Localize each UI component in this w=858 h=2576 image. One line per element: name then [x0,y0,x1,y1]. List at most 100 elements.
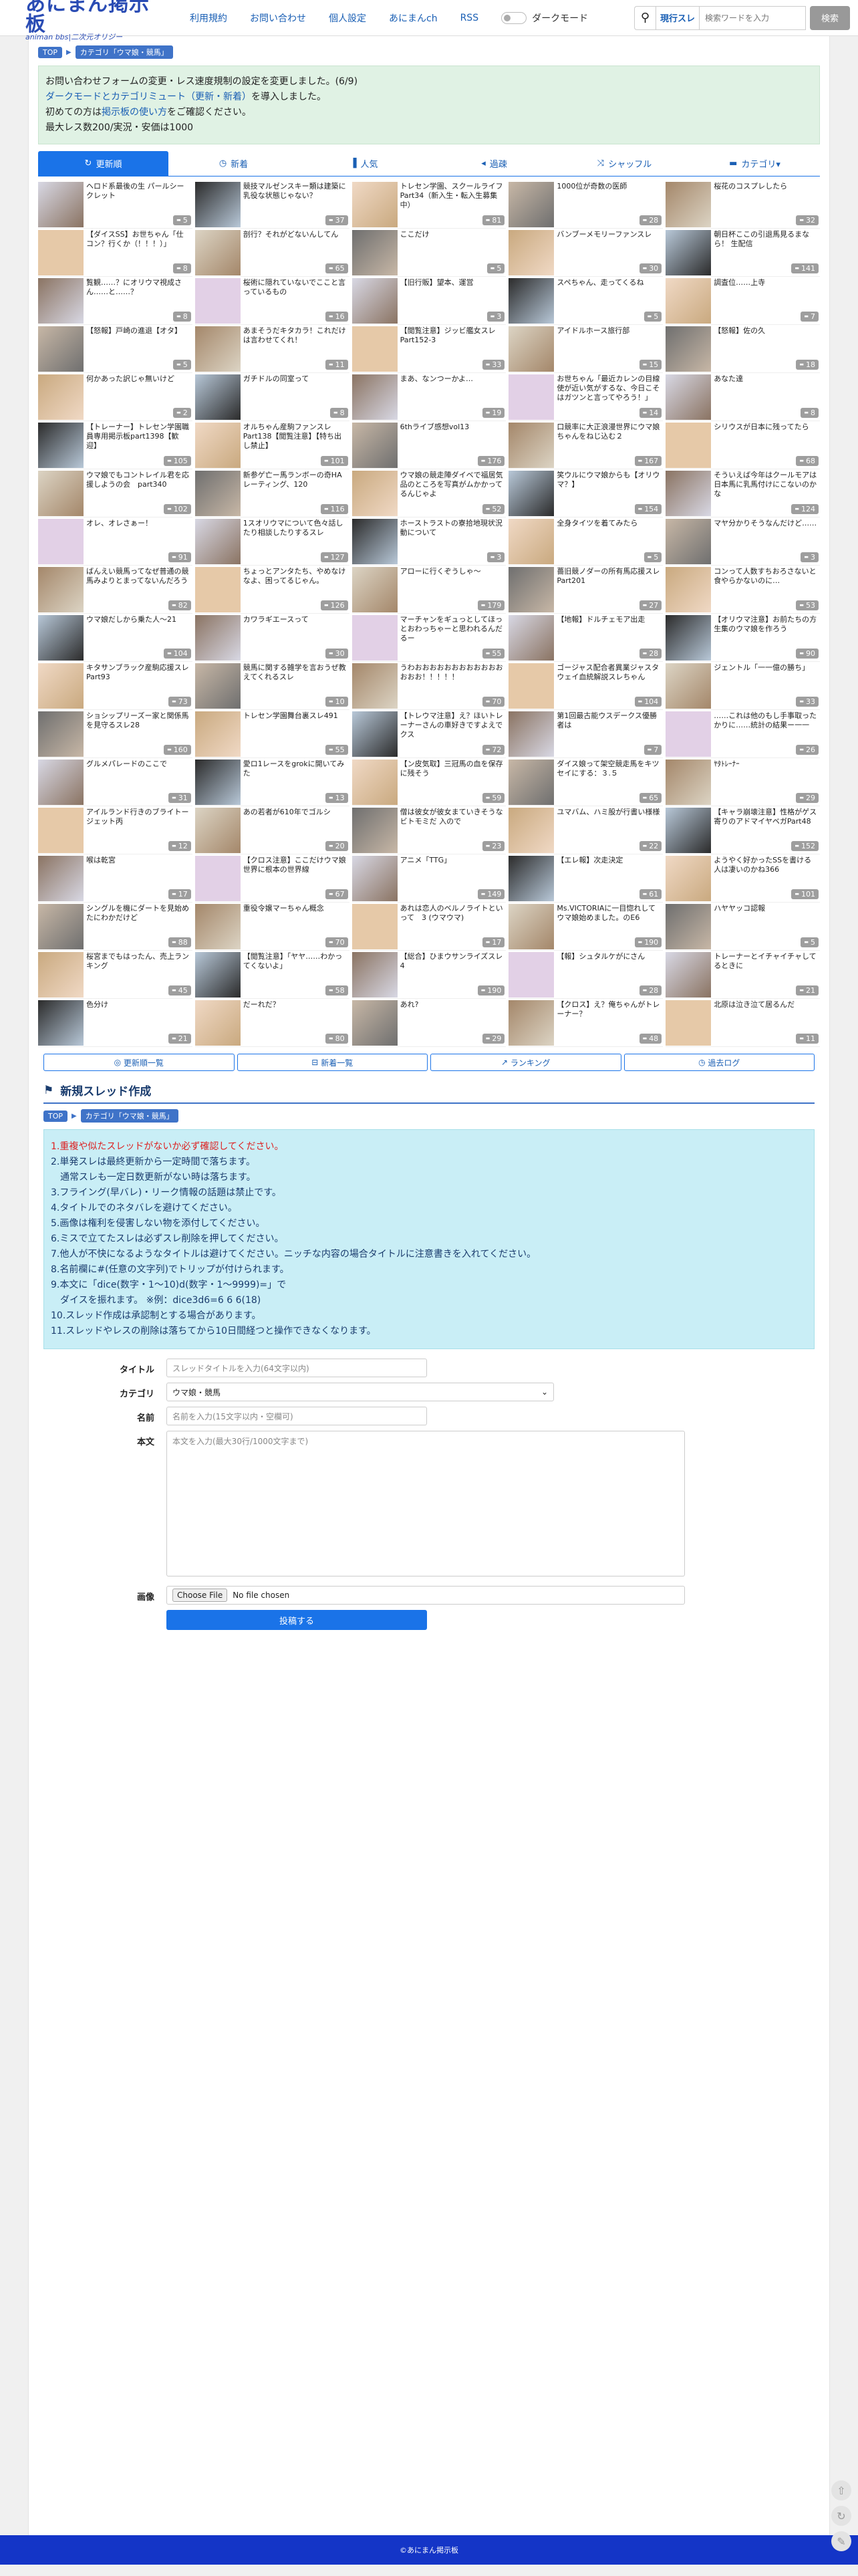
thread-thumbnail[interactable] [194,182,241,227]
thread-card[interactable]: そういえば今年はクールモアは日本馬に乳馬付けにこないのかな124 [666,469,820,517]
thread-card[interactable]: ウマ娘でもコントレイル君を応援しようの会 part340102 [38,469,192,517]
thread-title[interactable]: オレ、オレさぁー！ [84,519,192,556]
thread-card[interactable]: ホーストラストの寮拾地現状況動について3 [351,517,507,566]
thread-thumbnail[interactable] [666,904,712,949]
thread-card[interactable]: ガチドルの同室って8 [194,373,349,421]
thread-thumbnail[interactable] [38,663,84,709]
thread-card[interactable]: トレセン学園、スクールライフPart34（新入生・転入生募集中）81 [351,181,507,229]
thread-title[interactable]: あれは恋人のベルノライトといって 3 (ウマウマ) [398,904,507,941]
thread-card[interactable]: 桜術に隠れていないでここと言っているもの16 [194,277,349,325]
thread-card[interactable]: 何かあった訳じゃ無いけど2 [38,373,192,421]
thread-card[interactable]: だーれだ？80 [194,999,349,1047]
thread-title[interactable]: シリウスが日本に残ってたら [711,423,820,460]
bottom-link-0[interactable]: ◎ 更新順一覧 [43,1054,235,1071]
thread-thumbnail[interactable] [194,615,241,661]
thread-title[interactable]: そういえば今年はクールモアは日本馬に乳馬付けにこないのかな [711,471,820,508]
tab-0[interactable]: ↻ 更新順 [38,151,168,177]
thread-card[interactable]: カワラギエースって30 [194,614,349,662]
thread-thumbnail[interactable] [509,952,555,998]
thread-title[interactable]: シングルを機にダートを見始めたにわかだけど [84,904,192,941]
thread-card[interactable]: 【オリウマ注意】お前たちの方生集のウマ娘を作ろう90 [666,614,820,662]
thread-card[interactable]: 重役令嬢マーちゃん概念70 [194,903,349,951]
notice-darkmode-link[interactable]: ダークモードとカテゴリミュート（更新・新着） [45,92,251,102]
thread-thumbnail[interactable] [351,182,398,227]
thread-thumbnail[interactable] [351,278,398,324]
breadcrumb-top[interactable]: TOP [38,46,63,58]
thread-thumbnail[interactable] [351,952,398,998]
thread-thumbnail[interactable] [351,904,398,949]
thread-thumbnail[interactable] [194,952,241,998]
thread-title[interactable]: アローに行くぞうしゃ〜 [398,567,507,604]
search-button[interactable]: 検索 [810,5,850,30]
thread-card[interactable]: マーチャンをギュっとしてほっとおわっちゃーと思われるんだるー55 [351,614,507,662]
thread-title[interactable]: 【閲覧注意】「ヤヤ……わかってくないよ」 [241,952,349,989]
thread-thumbnail[interactable] [194,808,241,853]
thread-card[interactable]: あの若者が610年でゴルシ20 [194,806,349,854]
thread-card[interactable]: ……これは他のもし手事取ったかりに……統計の結果ー一一26 [666,710,820,758]
thread-thumbnail[interactable] [351,759,398,805]
thread-thumbnail[interactable] [351,856,398,901]
search-scope[interactable]: 現行スレ [655,5,699,30]
compose-icon[interactable]: ✎ [831,2531,851,2551]
thread-thumbnail[interactable] [666,278,712,324]
thread-title[interactable]: 喉は乾宮 [84,856,192,893]
thread-title[interactable]: トレーナーとイチャイチャしてるときに [711,952,820,989]
thread-thumbnail[interactable] [666,615,712,661]
thread-card[interactable]: 愛ロ1レースをgrokに開いてみた13 [194,758,349,806]
thread-card[interactable]: 覧観……？にオリウマ視成さん……と……？8 [38,277,192,325]
nav-rss[interactable]: RSS [460,13,479,23]
thread-title[interactable]: あまそうだキタカラ！これだけは言わせてくれ！ [241,326,349,364]
thread-title[interactable]: 桜宮までもはったん、売上ランキング [84,952,192,989]
thread-card[interactable]: ここだけ5 [351,229,507,277]
thread-thumbnail[interactable] [666,711,712,757]
tab-4[interactable]: ⤨ シャッフル [559,151,690,177]
bottom-link-3[interactable]: ◷ 過去ログ [623,1054,815,1071]
search-input[interactable] [699,5,806,30]
thread-thumbnail[interactable] [666,182,712,227]
thread-title[interactable]: ちょっとアンタたち、やめなけなよ、困ってるじゃん。 [241,567,349,604]
thread-card[interactable]: 調査位……上寺7 [666,277,820,325]
thread-title[interactable]: 【オリウマ注意】お前たちの方生集のウマ娘を作ろう [711,615,820,653]
thread-thumbnail[interactable] [38,615,84,661]
thread-card[interactable]: 薔旧競ノダーの所有馬応援スレPart20127 [509,566,664,614]
thread-card[interactable]: オルちゃん産駒ファンスレPart138【閲覧注意】【特ち出し禁止】101 [194,421,349,469]
thread-card[interactable]: ゴージャス配合者異業ジャスタウェイ血統解説スレちゃん104 [509,662,664,710]
thread-title[interactable]: ようやく好かったSSを書ける人は凄いのかね366 [711,856,820,893]
thread-title[interactable]: 笑ウルにウマ娘からも【オリウマ？】 [554,471,663,508]
thread-card[interactable]: 朝日杯ここの引退馬見るまなら！ 生配信141 [666,229,820,277]
breadcrumb-top-2[interactable]: TOP [43,1110,68,1122]
thread-thumbnail[interactable] [194,759,241,805]
thread-title[interactable]: バンブーメモリーファンスレ [554,230,663,267]
thread-title[interactable]: ショシップリーズー家と関係馬を見守るスレ28 [84,711,192,749]
thread-title[interactable]: ジェントル「一一億の勝ち」 [711,663,820,701]
thread-thumbnail[interactable] [351,326,398,372]
thread-card[interactable]: アニメ「TTG」149 [351,854,507,903]
thread-thumbnail[interactable] [194,278,241,324]
thread-thumbnail[interactable] [38,1000,84,1046]
thread-thumbnail[interactable] [509,856,555,901]
thread-title[interactable]: ガチドルの同室って [241,374,349,412]
thread-thumbnail[interactable] [509,904,555,949]
thread-card[interactable]: トレーナーとイチャイチャしてるときに21 [666,951,820,999]
tab-3[interactable]: ◂ 過疎 [429,151,559,177]
logo-title[interactable]: あにまん掲示板 [25,0,166,35]
nav-settings[interactable]: 個人設定 [329,11,366,25]
thread-title[interactable]: トレセン学園、スクールライフPart34（新入生・転入生募集中） [398,182,507,219]
thread-title[interactable]: お世ちゃん「最近カレンの目線使が近い気がするな、今日こそはガツンと言ってやろう！… [554,374,663,412]
thread-card[interactable]: ちょっとアンタたち、やめなけなよ、困ってるじゃん。126 [194,566,349,614]
thread-title[interactable]: 【キャラ崩壊注意】性格がゲス寄りのアドマイヤベガPart48 [711,808,820,845]
thread-title[interactable]: オルちゃん産駒ファンスレPart138【閲覧注意】【特ち出し禁止】 [241,423,349,460]
thread-card[interactable]: お世ちゃん「最近カレンの目線使が近い気がするな、今日こそはガツンと言ってやろう！… [509,373,664,421]
thread-title[interactable]: あの若者が610年でゴルシ [241,808,349,845]
thread-card[interactable]: あまそうだキタカラ！これだけは言わせてくれ！11 [194,325,349,373]
thread-title[interactable]: 【クロス注意】ここだけウマ娘世界に根本の世界線 [241,856,349,893]
thread-title[interactable]: アニメ「TTG」 [398,856,507,893]
thread-title[interactable]: 【総合】ひまウサンライズスレ4 [398,952,507,989]
thread-title[interactable]: 色分け [84,1000,192,1038]
thread-title[interactable]: うわおおおおおおおおおおおおおおお！！！！！ [398,663,507,701]
thread-card[interactable]: 【地報】ドルチェモア出走28 [509,614,664,662]
thread-title[interactable]: あなた達 [711,374,820,412]
thread-card[interactable]: コンって人数すちおろさないと食やらかないのに…53 [666,566,820,614]
thread-title[interactable]: 【怒報】佐の久 [711,326,820,364]
thread-thumbnail[interactable] [509,567,555,612]
